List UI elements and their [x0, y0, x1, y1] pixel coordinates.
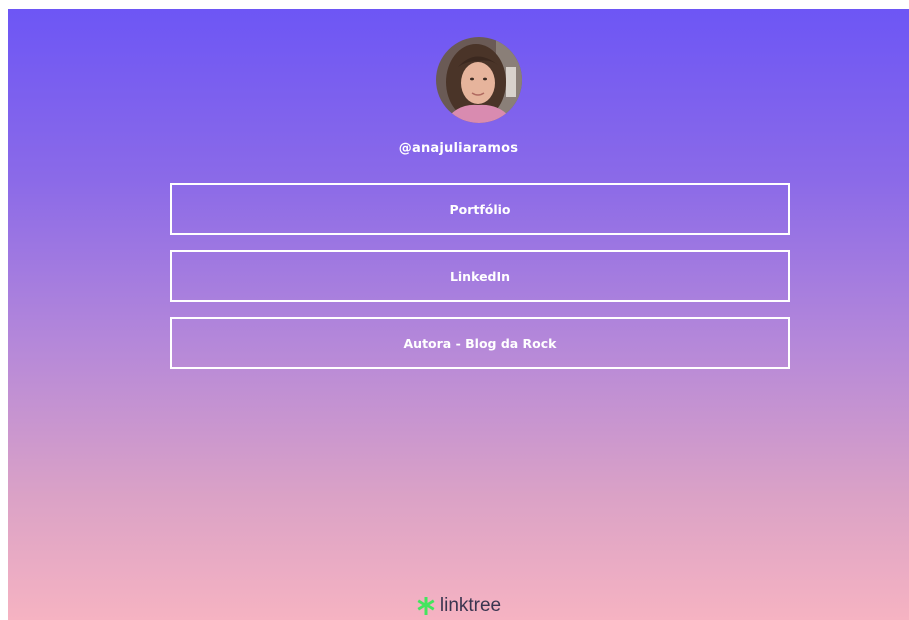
footer-logo[interactable]: linktree: [8, 595, 909, 617]
avatar-photo: [436, 37, 522, 123]
link-button-label: LinkedIn: [449, 268, 511, 284]
avatar: [436, 37, 522, 123]
link-button-linkedin[interactable]: LinkedIn: [170, 250, 790, 302]
linktree-logo-icon: [416, 596, 436, 616]
link-button-label: Autora - Blog da Rock: [403, 335, 557, 351]
link-button-blog[interactable]: Autora - Blog da Rock: [170, 317, 790, 369]
link-button-portfolio[interactable]: Portfólio: [170, 183, 790, 235]
link-button-label: Portfólio: [449, 201, 511, 217]
linktree-brand-text: linktree: [439, 595, 502, 616]
profile-username: @anajuliaramos: [398, 141, 519, 156]
linktree-page: @anajuliaramos Portfólio LinkedIn Autora…: [8, 9, 909, 620]
